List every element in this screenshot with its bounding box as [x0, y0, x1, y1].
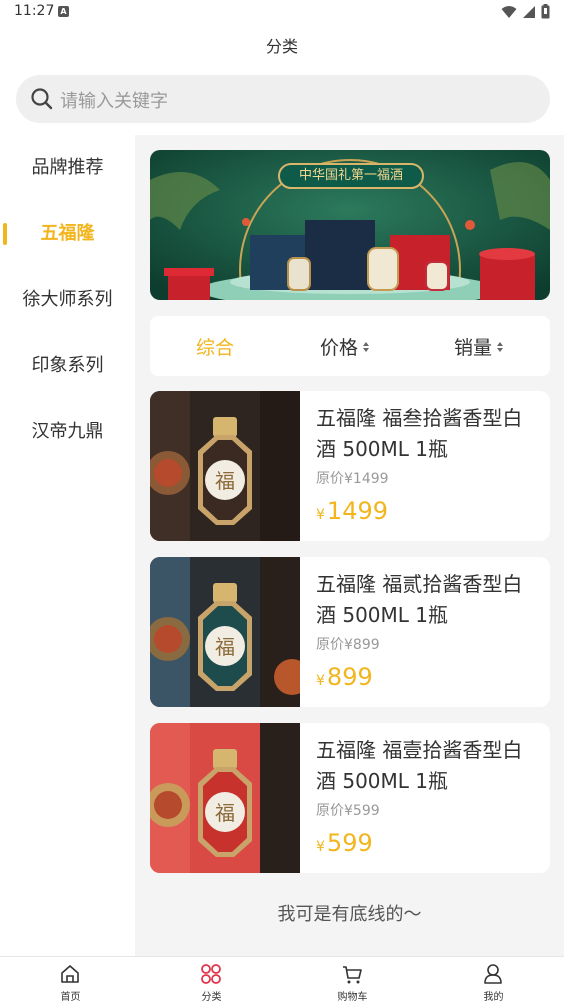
battery-icon: [541, 4, 550, 19]
search-bar[interactable]: 请输入关键字: [16, 75, 550, 123]
sidebar-item-xu-master-series[interactable]: 徐大师系列: [0, 267, 135, 333]
sort-arrows-icon: [363, 341, 370, 352]
product-name: 五福隆 福叁拾酱香型白酒 500ML 1瓶: [316, 406, 523, 461]
current-price: ¥599: [316, 829, 373, 857]
tab-label: 首页: [60, 992, 81, 1003]
filter-label: 销量: [454, 337, 493, 359]
product-panel: 中华国礼第一福酒 综合 价格 销量 福 五福隆 福叁拾酱香型白酒 500ML 1…: [135, 135, 564, 956]
search-icon: [31, 88, 53, 110]
tab-home[interactable]: 首页: [0, 957, 141, 1005]
svg-text:福: 福: [215, 801, 235, 825]
currency-symbol: ¥: [316, 507, 325, 523]
profile-icon: [484, 964, 502, 984]
currency-symbol: ¥: [316, 839, 325, 855]
price-value: 1499: [326, 497, 388, 525]
sidebar-item-brand-recommend[interactable]: 品牌推荐: [0, 135, 135, 201]
sidebar-item-label: 品牌推荐: [31, 157, 104, 178]
original-price: 原价¥599: [316, 803, 380, 819]
status-time: 11:27: [14, 3, 55, 19]
sidebar-item-label: 五福隆: [40, 223, 95, 244]
home-icon: [61, 965, 79, 983]
svg-text:福: 福: [215, 635, 235, 659]
tab-profile[interactable]: 我的: [423, 957, 564, 1005]
sidebar-item-label: 印象系列: [31, 355, 104, 376]
sidebar-item-handi-jiuding[interactable]: 汉帝九鼎: [0, 399, 135, 465]
product-card[interactable]: 福 五福隆 福叁拾酱香型白酒 500ML 1瓶 原价¥1499 ¥1499: [150, 391, 550, 541]
tab-category[interactable]: 分类: [141, 957, 282, 1005]
product-card[interactable]: 福 五福隆 福贰拾酱香型白酒 500ML 1瓶 原价¥899 ¥899: [150, 557, 550, 707]
product-name: 五福隆 福贰拾酱香型白酒 500ML 1瓶: [316, 572, 523, 627]
original-price: 原价¥899: [316, 637, 380, 653]
end-of-list-text: 我可是有底线的～: [277, 904, 422, 925]
page-title: 分类: [265, 37, 298, 56]
cart-icon: [343, 966, 362, 984]
tab-label: 购物车: [337, 992, 368, 1003]
banner-slogan: 中华国礼第一福酒: [278, 163, 424, 189]
original-price: 原价¥1499: [316, 471, 389, 487]
sidebar-item-wufulong[interactable]: 五福隆: [0, 201, 135, 267]
wifi-icon: [501, 5, 517, 18]
product-image: 福: [150, 723, 300, 873]
tab-cart[interactable]: 购物车: [282, 957, 423, 1005]
currency-symbol: ¥: [316, 673, 325, 689]
tab-label: 我的: [483, 992, 504, 1003]
current-price: ¥1499: [316, 497, 388, 525]
active-indicator: [3, 223, 7, 245]
price-value: 899: [326, 663, 373, 691]
svg-text:福: 福: [215, 469, 235, 493]
category-grid-icon: [201, 964, 221, 984]
promo-banner[interactable]: 中华国礼第一福酒: [150, 150, 550, 300]
filter-label: 综合: [196, 337, 235, 359]
tab-label: 分类: [201, 992, 222, 1003]
product-card[interactable]: 福 五福隆 福壹拾酱香型白酒 500ML 1瓶 原价¥599 ¥599: [150, 723, 550, 873]
bottom-tab-bar: 首页 分类 购物车 我的: [0, 956, 564, 1004]
category-sidebar: 品牌推荐 五福隆 徐大师系列 印象系列 汉帝九鼎: [0, 135, 135, 956]
nav-bar: 分类: [0, 24, 564, 64]
current-price: ¥899: [316, 663, 373, 691]
product-name: 五福隆 福壹拾酱香型白酒 500ML 1瓶: [316, 738, 523, 793]
sidebar-item-impression-series[interactable]: 印象系列: [0, 333, 135, 399]
filter-price[interactable]: 价格: [320, 333, 370, 360]
product-image: 福: [150, 391, 300, 541]
product-image: 福: [150, 557, 300, 707]
sim-card-icon: A: [58, 6, 69, 17]
sidebar-item-label: 徐大师系列: [22, 289, 113, 310]
price-value: 599: [326, 829, 373, 857]
signal-icon: [523, 5, 535, 18]
filter-label: 价格: [320, 337, 359, 359]
sort-filter-bar: 综合 价格 销量: [150, 316, 550, 376]
sidebar-item-label: 汉帝九鼎: [31, 421, 104, 442]
status-bar: 11:27 A: [0, 0, 564, 24]
search-placeholder: 请输入关键字: [60, 91, 168, 112]
filter-sales[interactable]: 销量: [454, 333, 504, 360]
sort-arrows-icon: [497, 341, 504, 352]
filter-comprehensive[interactable]: 综合: [196, 333, 234, 360]
